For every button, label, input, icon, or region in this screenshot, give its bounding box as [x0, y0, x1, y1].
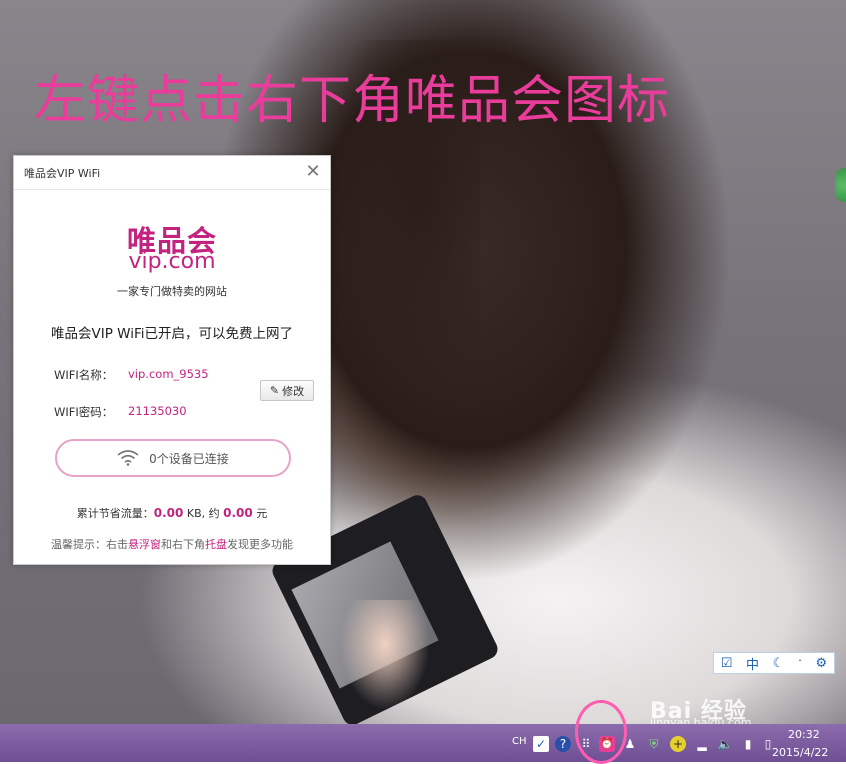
connected-devices-button[interactable]: 0个设备已连接 [55, 439, 291, 477]
traffic-summary: 累计节省流量：0.00 KB, 约 0.00 元 [14, 505, 330, 521]
wifi-icon [117, 450, 139, 466]
instruction-heading: 左键点击右下角唯品会图标 [34, 71, 671, 131]
wifi-password-label: WIFI密码： [54, 405, 114, 419]
signal-icon[interactable]: ▂ [694, 736, 710, 752]
edit-button-label: 修改 [282, 384, 305, 398]
traffic-amount: 0.00 [153, 506, 184, 520]
status-message: 唯品会VIP WiFi已开启，可以免费上网了 [51, 326, 293, 342]
wallpaper-hand [340, 600, 430, 710]
devices-label: 0个设备已连接 [149, 451, 229, 466]
wifi-name-label: WIFI名称： [54, 368, 114, 382]
wifi-popup-window: 唯品会VIP WiFi ✕ 唯品会 vip.com 一家专门做特卖的网站 唯品会… [13, 155, 331, 565]
device-icon[interactable]: ▮ [740, 736, 756, 752]
help-icon[interactable]: ? [555, 736, 571, 752]
floating-widget-icon[interactable] [835, 168, 846, 202]
brand-tagline: 一家专门做特卖的网站 [117, 285, 227, 298]
tip-text: 温馨提示：右击悬浮窗和右下角托盘发现更多功能 [14, 536, 330, 552]
add-icon[interactable]: + [670, 736, 686, 752]
close-icon[interactable]: ✕ [303, 162, 323, 182]
traffic-currency: 元 [256, 507, 268, 520]
check-icon[interactable]: ☑ [721, 656, 733, 671]
traffic-unit: KB, 约 [186, 507, 220, 520]
tray-link[interactable]: 托盘 [205, 538, 227, 551]
wifi-password-value: 21135030 [128, 404, 187, 418]
moon-icon[interactable]: ☾ [773, 656, 785, 671]
taskbar: CH ✓ ? ⠿ ⏰ ♟ ⛨ + ▂ 🔈 ▮ ▯ 20:32 2015/4/22 [0, 724, 846, 762]
popup-title: 唯品会VIP WiFi [24, 167, 101, 180]
edit-button[interactable]: ✎ 修改 [260, 380, 314, 401]
highlight-circle-annotation [575, 700, 627, 764]
language-indicator[interactable]: CH [512, 736, 527, 747]
brand-domain: vip.com [128, 249, 216, 274]
traffic-money: 0.00 [223, 506, 253, 520]
tip-middle: 和右下角 [161, 538, 205, 551]
ime-toolbar: ☑ 中 ☾ ॱ ⚙ [713, 652, 835, 674]
punctuation-icon[interactable]: ॱ [798, 654, 802, 672]
tray-check-icon[interactable]: ✓ [533, 736, 549, 752]
tip-prefix: 温馨提示：右击 [51, 538, 128, 551]
floating-window-link[interactable]: 悬浮窗 [128, 538, 161, 551]
security-shield-icon[interactable]: ⛨ [646, 736, 662, 752]
wifi-name-value: vip.com_9535 [128, 367, 209, 381]
gear-icon[interactable]: ⚙ [816, 656, 828, 671]
ime-mode-toggle[interactable]: 中 [746, 654, 759, 673]
volume-icon[interactable]: 🔈 [717, 736, 733, 752]
popup-header: 唯品会VIP WiFi ✕ [14, 156, 330, 190]
clock-time[interactable]: 20:32 [788, 728, 820, 741]
tip-suffix: 发现更多功能 [227, 538, 293, 551]
clock-date[interactable]: 2015/4/22 [772, 746, 828, 759]
traffic-prefix: 累计节省流量： [76, 507, 154, 520]
pencil-icon: ✎ [269, 384, 280, 397]
